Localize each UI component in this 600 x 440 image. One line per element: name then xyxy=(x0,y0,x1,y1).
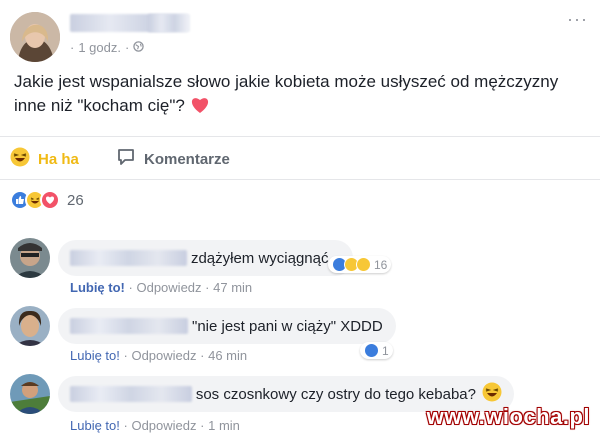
love-icon xyxy=(40,190,60,210)
like-comment-button[interactable]: Lubię to! xyxy=(70,418,120,433)
like-comment-button[interactable]: Lubię to! xyxy=(70,348,120,363)
haha-reaction-button[interactable]: Ha ha xyxy=(10,147,79,171)
comment-text: sos czosnkowy czy ostry do tego kebaba? xyxy=(195,385,476,403)
post-text-line1: Jakie jest wspanialsze słowo jakie kobie… xyxy=(14,72,559,91)
more-dots-icon[interactable]: ··· xyxy=(567,10,588,28)
like-comment-button[interactable]: Lubię to! xyxy=(70,280,125,295)
separator-dot: · xyxy=(200,348,205,363)
comment-reactions[interactable]: 1 xyxy=(360,342,393,359)
post-text-line2-wrap: inne niż "kocham cię"? xyxy=(14,94,574,121)
post-text: Jakie jest wspanialsze słowo jakie kobie… xyxy=(14,70,574,121)
post-meta: · 1 godz. · xyxy=(70,40,145,55)
comment-actions: Lubię to! · Odpowiedz · 46 min xyxy=(70,348,247,363)
comment-reactions[interactable]: 16 xyxy=(328,256,392,273)
meta-dot-2: · xyxy=(125,40,130,55)
comment-button[interactable]: Komentarze xyxy=(116,147,230,171)
reply-button[interactable]: Odpowiedz xyxy=(136,280,201,295)
reaction-count: 26 xyxy=(67,191,84,209)
haha-label: Ha ha xyxy=(38,150,79,168)
separator-dot: · xyxy=(123,348,128,363)
comment-time[interactable]: 47 min xyxy=(213,280,252,295)
watermark: www.wiocha.pl xyxy=(426,404,590,429)
comment-bubble: zdążyłem wyciągnąć... xyxy=(58,240,353,276)
commenter-name-redacted[interactable] xyxy=(70,386,192,402)
post-timestamp[interactable]: 1 godz. xyxy=(78,40,121,55)
commenter-avatar[interactable] xyxy=(10,238,50,278)
comment-time[interactable]: 1 min xyxy=(208,418,240,433)
like-icon xyxy=(364,343,379,358)
comment-time[interactable]: 46 min xyxy=(208,348,247,363)
heart-emoji-icon xyxy=(190,96,210,121)
post-text-line2: inne niż "kocham cię"? xyxy=(14,96,185,115)
laughing-emoji-icon xyxy=(482,382,502,406)
separator-dot: · xyxy=(200,418,205,433)
haha-icon xyxy=(10,147,30,171)
commenter-avatar[interactable] xyxy=(10,306,50,346)
author-avatar[interactable] xyxy=(10,12,60,62)
comment-label: Komentarze xyxy=(144,150,230,168)
post-header: · 1 godz. · ··· xyxy=(8,8,592,64)
sad-icon xyxy=(356,257,371,272)
comment-actions: Lubię to! · Odpowiedz · 1 min xyxy=(70,418,240,433)
reply-button[interactable]: Odpowiedz xyxy=(131,418,196,433)
comment-bubble-icon xyxy=(116,147,136,171)
comment-bubble: "nie jest pani w ciąży" XDDD xyxy=(58,308,396,344)
comment-text: "nie jest pani w ciąży" XDDD xyxy=(192,317,383,335)
separator-dot: · xyxy=(205,280,210,295)
comment-text: zdążyłem wyciągnąć... xyxy=(190,249,341,267)
reply-button[interactable]: Odpowiedz xyxy=(131,348,196,363)
commenter-avatar[interactable] xyxy=(10,374,50,414)
comment-reaction-count: 1 xyxy=(382,343,389,358)
separator-dot: · xyxy=(123,418,128,433)
action-bar: Ha ha Komentarze xyxy=(0,136,600,180)
globe-icon xyxy=(133,40,145,55)
author-name-redacted-2 xyxy=(148,14,188,32)
meta-dot: · xyxy=(70,40,75,55)
separator-dot: · xyxy=(128,280,133,295)
commenter-name-redacted[interactable] xyxy=(70,250,187,266)
comment-reaction-count: 16 xyxy=(374,257,388,272)
comment-actions: Lubię to! · Odpowiedz · 47 min xyxy=(70,280,252,295)
reactions-summary[interactable]: 26 xyxy=(10,190,84,210)
commenter-name-redacted[interactable] xyxy=(70,318,188,334)
